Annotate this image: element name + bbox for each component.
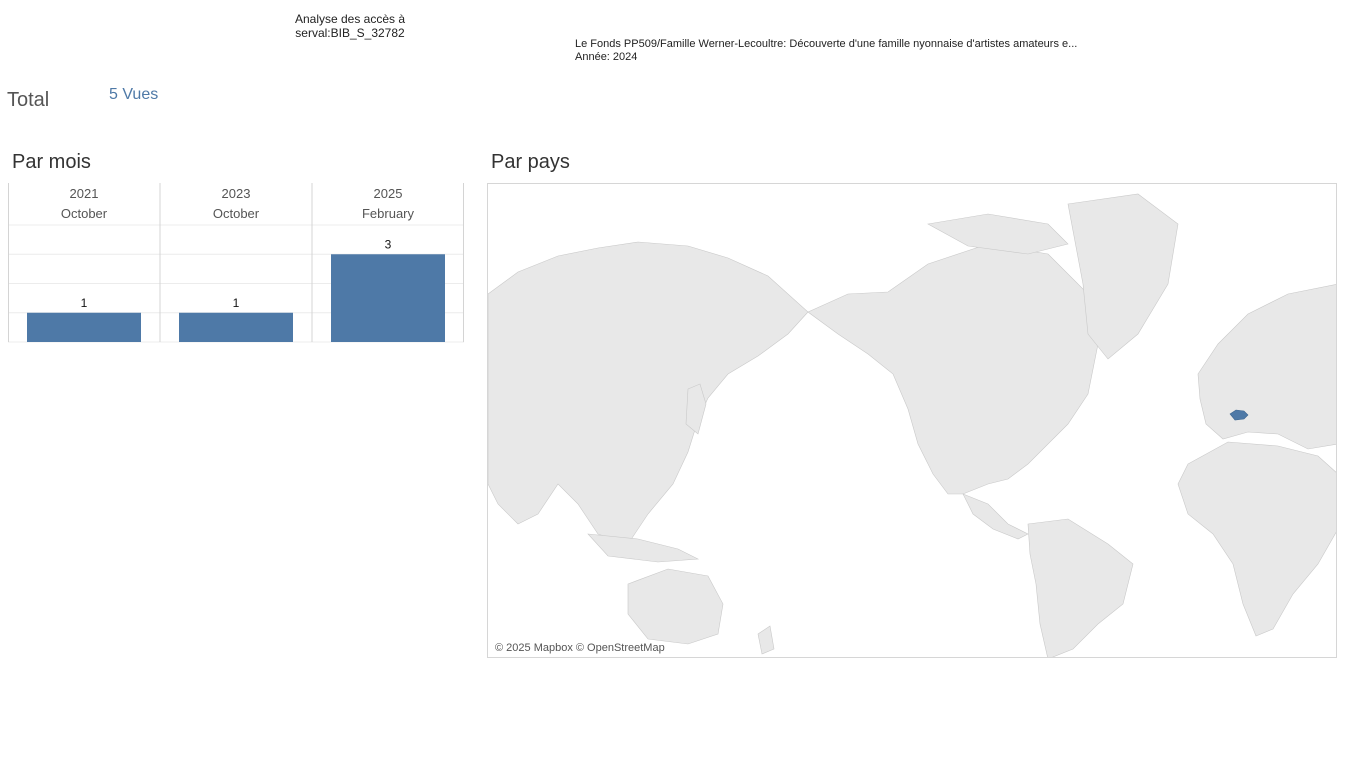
analysis-title: Analyse des accès à serval:BIB_S_32782 — [260, 12, 440, 40]
map-land-africa — [1177, 441, 1336, 637]
map-land-australia — [627, 568, 724, 645]
chart-month-label: October — [61, 206, 108, 221]
chart-data-label: 1 — [81, 296, 88, 310]
map-land-south-america — [1027, 518, 1134, 657]
chart-data-label: 3 — [385, 237, 392, 251]
world-map-svg — [488, 193, 1336, 657]
document-title: Le Fonds PP509/Famille Werner-Lecoultre:… — [575, 38, 1078, 50]
chart-data-label: 1 — [233, 296, 240, 310]
chart-bar — [179, 312, 293, 342]
monthly-views-chart-svg: 2021 October 1 2023 October 1 2025 February 3 — [8, 183, 464, 343]
total-label: Total — [7, 89, 50, 111]
monthly-views-chart: 2021 October 1 2023 October 1 2025 February 3 — [8, 183, 464, 345]
country-map[interactable] — [487, 183, 1337, 658]
chart-year-label: 2025 — [374, 186, 403, 201]
map-attribution: © 2025 Mapbox © OpenStreetMap — [495, 642, 665, 654]
by-country-title: Par pays — [491, 151, 570, 173]
map-land-north-america — [807, 243, 1099, 495]
chart-year-label: 2023 — [222, 186, 251, 201]
analysis-title-line1: Analyse des accès à — [294, 12, 406, 26]
document-year: Année: 2024 — [575, 51, 638, 63]
document-info: Le Fonds PP509/Famille Werner-Lecoultre:… — [575, 38, 1077, 64]
analysis-title-line2: serval:BIB_S_32782 — [295, 26, 405, 40]
map-land-new-zealand — [757, 625, 775, 655]
map-land-europe — [1197, 284, 1336, 450]
chart-year-label: 2021 — [70, 186, 99, 201]
chart-month-label: October — [213, 206, 260, 221]
map-land-arctic-islands — [927, 213, 1069, 255]
chart-bar — [331, 254, 445, 342]
map-land-asia — [488, 241, 809, 545]
map-land-indonesia — [587, 533, 700, 563]
chart-month-label: February — [362, 206, 415, 221]
map-land-central-america — [962, 493, 1029, 540]
chart-bar — [27, 312, 141, 342]
total-views-value: 5 Vues — [109, 86, 159, 103]
by-month-title: Par mois — [12, 151, 91, 173]
